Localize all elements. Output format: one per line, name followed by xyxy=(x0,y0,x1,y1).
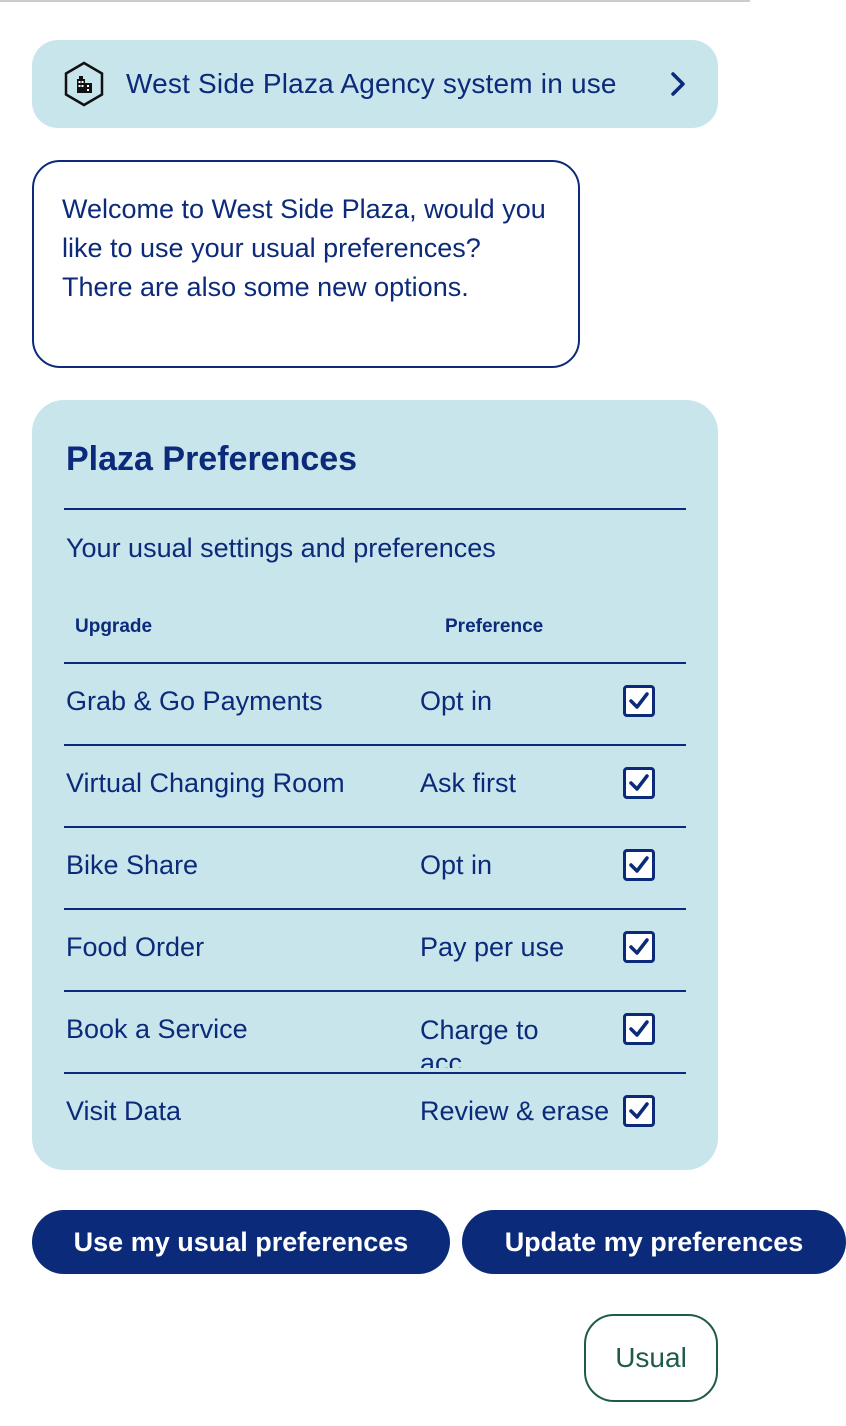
preference-checkbox[interactable] xyxy=(623,685,655,717)
preference-checkbox[interactable] xyxy=(623,931,655,963)
preferences-subtitle: Your usual settings and preferences xyxy=(66,533,496,563)
plaza-preferences-card: Plaza Preferences Your usual settings an… xyxy=(32,400,718,1170)
checkmark-icon xyxy=(629,1102,649,1119)
chevron-right-icon xyxy=(666,69,690,99)
upgrade-name: Visit Data xyxy=(66,1096,182,1126)
checkmark-icon xyxy=(629,774,649,791)
preference-value: Review & erase xyxy=(420,1096,610,1126)
agency-banner-label: West Side Plaza Agency system in use xyxy=(126,68,617,99)
preference-row: Book a Service Charge to acc... xyxy=(32,990,718,1072)
preference-value: Pay per use xyxy=(420,932,565,962)
preference-value: Opt in xyxy=(420,850,493,880)
preference-checkbox[interactable] xyxy=(623,1095,655,1127)
checkmark-icon xyxy=(629,938,649,955)
preference-checkbox[interactable] xyxy=(623,849,655,881)
preference-value: Ask first xyxy=(420,768,517,798)
preference-row: Grab & Go Payments Opt in xyxy=(32,662,718,744)
preference-checkbox[interactable] xyxy=(623,767,655,799)
title-divider xyxy=(64,508,686,510)
agency-system-banner[interactable]: West Side Plaza Agency system in use xyxy=(32,40,718,128)
building-icon xyxy=(60,60,108,108)
preference-row: Bike Share Opt in xyxy=(32,826,718,908)
usual-reply-button[interactable]: Usual xyxy=(584,1314,718,1402)
chat-screen: West Side Plaza Agency system in use Wel… xyxy=(0,0,846,1426)
upgrade-name: Bike Share xyxy=(66,850,199,880)
preference-value: Opt in xyxy=(420,686,493,716)
upgrade-name: Book a Service xyxy=(66,1014,248,1044)
column-header-preference: Preference xyxy=(445,616,544,637)
checkmark-icon xyxy=(629,856,649,873)
checkmark-icon xyxy=(629,1020,649,1037)
upgrade-name: Virtual Changing Room xyxy=(66,768,345,798)
preference-row: Visit Data Review & erase xyxy=(32,1072,718,1154)
top-divider xyxy=(0,0,750,2)
preference-checkbox[interactable] xyxy=(623,1013,655,1045)
welcome-message-bubble: Welcome to West Side Plaza, would you li… xyxy=(32,160,580,368)
update-preferences-button[interactable]: Update my preferences xyxy=(462,1210,846,1274)
checkmark-icon xyxy=(629,692,649,709)
upgrade-name: Food Order xyxy=(66,932,205,962)
preference-row: Food Order Pay per use xyxy=(32,908,718,990)
use-usual-preferences-button[interactable]: Use my usual preferences xyxy=(32,1210,450,1274)
preference-value: Charge to acc... xyxy=(420,1015,539,1068)
preference-row: Virtual Changing Room Ask first xyxy=(32,744,718,826)
column-header-upgrade: Upgrade xyxy=(75,616,153,637)
preferences-title: Plaza Preferences xyxy=(66,440,358,478)
welcome-message-text: Welcome to West Side Plaza, would you li… xyxy=(62,194,546,302)
upgrade-name: Grab & Go Payments xyxy=(66,686,323,716)
